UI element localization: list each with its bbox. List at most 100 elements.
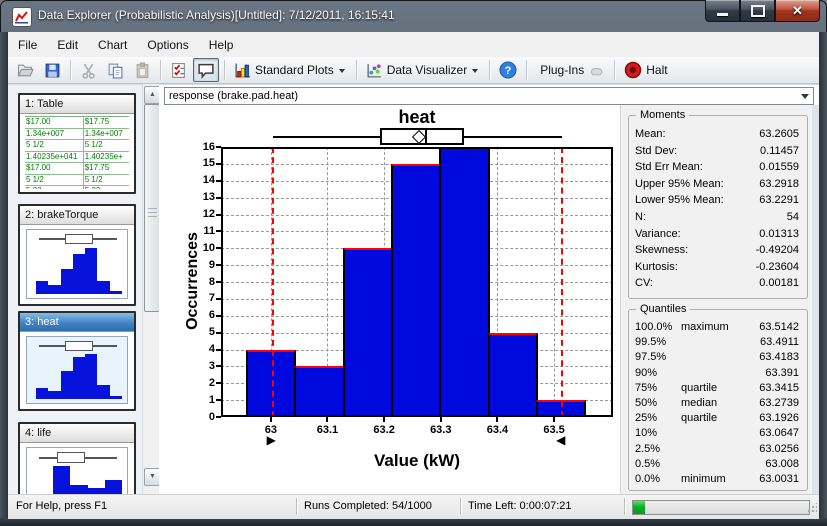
y-tick-label: 12	[189, 208, 215, 220]
x-tick-mark	[496, 417, 498, 422]
maximize-button[interactable]	[740, 0, 775, 22]
quantiles-row: 99.5%63.4911	[635, 335, 799, 350]
x-tick-label: 63.2	[362, 424, 406, 436]
status-help-text: For Help, press F1	[16, 500, 107, 512]
moments-row: Lower 95% Mean:63.2291	[635, 192, 799, 209]
quantile-percent: 75%	[635, 381, 681, 396]
histogram-bar	[391, 164, 441, 417]
mini-histogram-bar	[85, 354, 97, 399]
halt-button[interactable]: Halt	[620, 58, 675, 82]
open-button[interactable]	[13, 58, 38, 82]
moments-value: 0.01313	[759, 226, 799, 243]
thumbnail-life-chart	[26, 447, 128, 495]
quantile-value: 63.5142	[743, 320, 799, 335]
plugin-disabled-icon	[588, 62, 605, 79]
status-time-text: Time Left: 0:00:07:21	[468, 500, 572, 512]
quantile-name: minimum	[681, 472, 743, 487]
histogram-bar	[488, 333, 538, 417]
quantiles-title: Quantiles	[636, 303, 690, 315]
histogram-bar	[439, 147, 490, 417]
minimize-button[interactable]	[705, 0, 740, 22]
y-tick-label: 16	[189, 141, 215, 153]
mini-boxplot-box	[57, 452, 85, 463]
standard-plots-button[interactable]: Standard Plots	[230, 58, 351, 82]
quantiles-row: 100.0%maximum63.5142	[635, 320, 799, 335]
plot-thumbnail-sidebar: 1: Table $17.00$17.751.34e+0071.34e+0075…	[8, 84, 142, 495]
thumbnail-table-cell: $17.75	[84, 163, 129, 174]
help-icon: ?	[499, 61, 517, 79]
checklist-icon	[170, 62, 187, 79]
thumbnail-table-row: $17.00$17.75	[25, 117, 129, 129]
plugins-button[interactable]: Plug-Ins	[532, 58, 609, 82]
mini-histogram-bar	[61, 371, 73, 399]
x-tick-label: 63.5	[532, 424, 576, 436]
window-title: Data Explorer (Probabilistic Analysis)[U…	[38, 8, 395, 22]
thumbnail-table-cell: $17.00	[25, 163, 84, 174]
moments-value: -0.49204	[756, 242, 799, 259]
quantile-percent: 0.5%	[635, 457, 681, 472]
sidebar-scrollbar[interactable]: ▲ ▼	[142, 84, 160, 494]
moments-label: N:	[635, 209, 646, 226]
thumbnail-heat[interactable]: 3: heat	[18, 311, 136, 411]
range-marker-arrow[interactable]: ▶	[267, 433, 276, 447]
thumbnail-table[interactable]: 1: Table $17.00$17.751.34e+0071.34e+0075…	[18, 93, 136, 194]
toolbar-separator	[614, 60, 615, 80]
save-icon	[44, 62, 61, 79]
x-tick-mark	[440, 417, 442, 422]
menu-help[interactable]: Help	[199, 34, 244, 56]
thumbnail-table-cell: 5 1/2	[84, 140, 129, 151]
down-arrow-icon: ▼	[149, 473, 156, 480]
y-tick-label: 14	[189, 174, 215, 186]
range-marker-arrow[interactable]: ◀	[556, 433, 565, 447]
y-tick-label: 11	[189, 225, 215, 237]
moments-label: Std Dev:	[635, 143, 677, 160]
menu-chart[interactable]: Chart	[88, 34, 137, 56]
histogram-bar	[343, 248, 393, 417]
data-visualizer-button[interactable]: Data Visualizer	[362, 58, 484, 82]
standard-plots-label: Standard Plots	[255, 63, 334, 77]
annotation-toggle-button[interactable]	[193, 58, 219, 82]
response-selector[interactable]: response (brake.pad.heat)	[164, 87, 814, 105]
thumbnail-table-cell: 1.34e+007	[25, 129, 84, 140]
thumbnail-table-cell: $17.00	[25, 117, 84, 128]
thumbnail-braketorque[interactable]: 2: brakeTorque	[18, 204, 136, 306]
quantile-value: 63.0647	[743, 426, 799, 441]
menu-edit[interactable]: Edit	[47, 34, 88, 56]
quantiles-row: 75%quartile63.3415	[635, 381, 799, 396]
y-tick-label: 5	[189, 326, 215, 338]
minimize-icon	[717, 13, 728, 16]
save-button[interactable]	[40, 58, 65, 82]
paste-button[interactable]	[130, 58, 155, 82]
moments-label: Kurtosis:	[635, 259, 678, 276]
toolbar-separator	[224, 60, 225, 80]
menu-options[interactable]: Options	[137, 34, 198, 56]
titlebar[interactable]: Data Explorer (Probabilistic Analysis)[U…	[0, 0, 827, 32]
quantile-name: maximum	[681, 320, 743, 335]
statusbar-separator	[296, 498, 297, 515]
copy-button[interactable]	[103, 58, 128, 82]
y-tick-label: 4	[189, 343, 215, 355]
app-window: Data Explorer (Probabilistic Analysis)[U…	[0, 0, 827, 526]
quantiles-row: 90%63.391	[635, 366, 799, 381]
range-marker-line	[561, 147, 563, 417]
mini-histogram-bar	[85, 248, 97, 294]
moments-label: Variance:	[635, 226, 681, 243]
toolbar: Standard Plots Data Visualizer ? Plug-In…	[8, 57, 819, 84]
cut-button[interactable]	[76, 58, 101, 82]
scatter-plot-icon	[366, 62, 383, 79]
quantile-value: 63.4911	[743, 335, 799, 350]
quantiles-row: 25%quartile63.1926	[635, 411, 799, 426]
y-tick-label: 6	[189, 309, 215, 321]
resize-grip[interactable]	[807, 503, 817, 513]
help-button[interactable]: ?	[495, 58, 521, 82]
close-button[interactable]: ✕	[775, 0, 820, 22]
thumbnail-life[interactable]: 4: life	[18, 422, 136, 495]
toolbar-separator	[489, 60, 490, 80]
quantile-name	[681, 335, 743, 350]
run-list-button[interactable]	[166, 58, 191, 82]
menu-file[interactable]: File	[8, 34, 47, 56]
thumbnail-table-cell: 5 1/2	[84, 175, 129, 186]
combo-dropdown-arrow-icon	[801, 94, 809, 99]
x-gridline	[554, 147, 555, 417]
right-gutter	[812, 105, 819, 495]
